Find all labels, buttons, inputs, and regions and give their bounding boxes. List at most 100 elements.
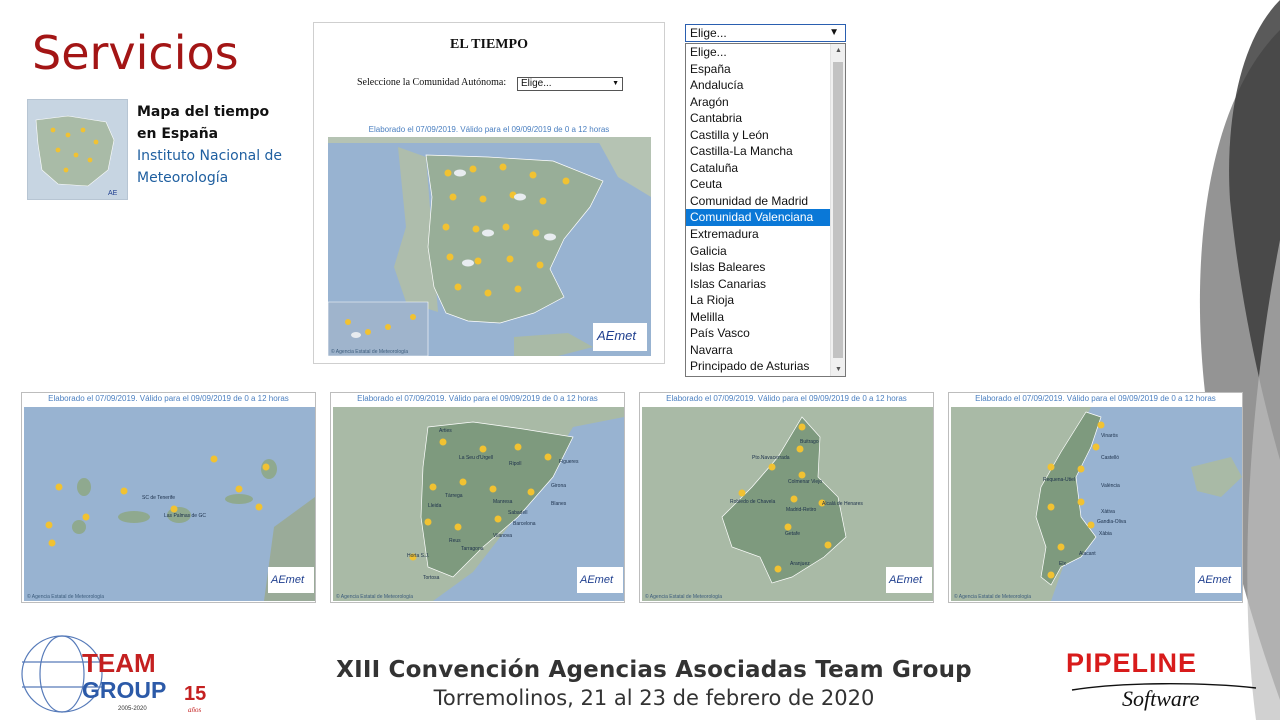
place-label: Girona [551, 483, 566, 489]
place-label: Castelló [1101, 455, 1119, 461]
region-dropdown[interactable]: Elige... ▼ [685, 24, 846, 42]
dropdown-option[interactable]: España [686, 61, 830, 78]
dropdown-option[interactable]: Aragón [686, 94, 830, 111]
dropdown-option[interactable]: Galicia [686, 243, 830, 260]
dropdown-option[interactable]: Navarra [686, 342, 830, 359]
place-label: Vinaròs [1101, 433, 1118, 439]
forecast-caption: Elaborado el 07/09/2019. Válido para el … [368, 125, 610, 134]
dropdown-option[interactable]: Castilla-La Mancha [686, 143, 830, 160]
cataluna-map-graphic: Arties La Seu d'Urgell Ripoll Figueres G… [333, 407, 624, 601]
place-label: Horta S.J. [407, 553, 429, 559]
footer-title: XIII Convención Agencias Asociadas Team … [336, 657, 972, 683]
service-provider-link[interactable]: Instituto Nacional de Meteorología [137, 145, 287, 189]
place-label: Alacant [1079, 551, 1096, 557]
place-label: La Seu d'Urgell [459, 455, 493, 461]
logo-pipeline-text: PIPELINE [1066, 648, 1197, 678]
dropdown-option[interactable]: Extremadura [686, 226, 830, 243]
map-logo: AEmet [270, 574, 305, 586]
spain-weather-map[interactable]: AEmet © Agencia Estatal de Meteorología [328, 137, 651, 356]
place-label: Vilanova [493, 533, 512, 539]
scrollbar-thumb[interactable] [833, 62, 843, 358]
spain-thumbnail-map: AE [28, 100, 127, 199]
map-caption: Elaborado el 07/09/2019. Válido para el … [666, 394, 907, 403]
weather-map-thumbnail[interactable]: AE [27, 99, 128, 200]
madrid-weather-map[interactable]: Elaborado el 07/09/2019. Válido para el … [639, 392, 934, 603]
dropdown-option[interactable]: Andalucía [686, 77, 830, 94]
place-label: Sabadell [508, 510, 527, 516]
map-credit: © Agencia Estatal de Meteorología [331, 348, 408, 355]
scroll-down-icon[interactable]: ▼ [835, 366, 842, 373]
dropdown-option-highlighted[interactable]: Comunidad Valenciana [686, 209, 830, 227]
map-credit: © Agencia Estatal de Meteorología [954, 593, 1031, 600]
logo-software-text: Software [1122, 686, 1200, 711]
dropdown-option[interactable]: Castilla y León [686, 127, 830, 144]
place-label: Xàtiva [1101, 509, 1115, 515]
logo-team-text: TEAM [82, 648, 156, 678]
valencia-weather-map[interactable]: Elaborado el 07/09/2019. Válido para el … [948, 392, 1243, 603]
pipeline-software-logo: PIPELINE Software [1066, 648, 1257, 711]
dropdown-option[interactable]: Principado de Asturias [686, 358, 830, 375]
dropdown-option[interactable]: Elige... [686, 44, 830, 61]
place-label: Colmenar Viejo [788, 479, 822, 485]
chevron-down-icon: ▼ [829, 27, 839, 38]
svg-text:AE: AE [108, 190, 118, 197]
map-logo: AEmet [1197, 574, 1232, 586]
place-label: Arties [439, 428, 452, 434]
dropdown-option[interactable]: La Rioja [686, 292, 830, 309]
place-label: Las Palmas de GC [164, 513, 206, 519]
dropdown-option[interactable]: Ceuta [686, 176, 830, 193]
dropdown-option[interactable]: Cantabria [686, 110, 830, 127]
canarias-weather-map[interactable]: Elaborado el 07/09/2019. Válido para el … [21, 392, 316, 603]
place-label: Barcelona [513, 521, 536, 527]
place-label: SC de Tenerife [142, 495, 175, 501]
place-label: Elx [1059, 561, 1066, 567]
place-label: Tàrrega [445, 493, 463, 499]
place-label: Pto.Navacerrada [752, 455, 790, 461]
dropdown-option[interactable]: Cataluña [686, 160, 830, 177]
place-label: Alcalá de Henares [822, 501, 863, 507]
service-name[interactable]: Mapa del tiempo en España [137, 101, 287, 145]
place-label: Lleida [428, 503, 442, 509]
community-select[interactable]: Elige... ▼ [517, 77, 623, 91]
dropdown-option[interactable]: Islas Baleares [686, 259, 830, 276]
place-label: Aranjuez [790, 561, 810, 567]
map-credit: © Agencia Estatal de Meteorología [645, 593, 722, 600]
dropdown-scrollbar[interactable]: ▲ ▼ [830, 44, 845, 376]
place-label: Requena-Utiel [1043, 477, 1075, 483]
map-caption: Elaborado el 07/09/2019. Válido para el … [357, 394, 598, 403]
place-label: Ripoll [509, 461, 522, 467]
dropdown-option[interactable]: Islas Canarias [686, 276, 830, 293]
footer-subtitle: Torremolinos, 21 al 23 de febrero de 202… [433, 686, 875, 710]
team-group-logo: TEAM GROUP 15 años 2005-2020 [21, 635, 206, 714]
place-label: València [1101, 483, 1120, 489]
region-dropdown-value: Elige... [690, 26, 727, 40]
map-logo: AEmet [888, 574, 923, 586]
place-label: Reus [449, 538, 461, 544]
region-dropdown-list[interactable]: Elige... España Andalucía Aragón Cantabr… [685, 43, 846, 377]
map-credit: © Agencia Estatal de Meteorología [27, 593, 104, 600]
dropdown-option[interactable]: Comunidad de Madrid [686, 193, 830, 210]
canarias-map-graphic: SC de Tenerife Las Palmas de GC AEmet © … [24, 407, 315, 601]
place-label: Manresa [493, 499, 513, 505]
dropdown-option[interactable]: País Vasco [686, 325, 830, 342]
map-caption: Elaborado el 07/09/2019. Válido para el … [48, 394, 289, 403]
scroll-up-icon[interactable]: ▲ [835, 47, 842, 54]
dropdown-option[interactable]: Melilla [686, 309, 830, 326]
place-label: Tortosa [423, 575, 440, 581]
madrid-map-graphic: Buitrago Pto.Navacerrada Colmenar Viejo … [642, 407, 933, 601]
place-label: Buitrago [800, 439, 819, 445]
community-select-value: Elige... [521, 78, 552, 89]
map-logo: AEmet [596, 328, 637, 343]
logo-years-word: años [188, 706, 202, 714]
map-caption: Elaborado el 07/09/2019. Válido para el … [975, 394, 1216, 403]
valencia-map-graphic: Vinaròs Castelló Requena-Utiel València … [951, 407, 1242, 601]
place-label: Blanes [551, 501, 567, 507]
logo-group-text: GROUP [82, 677, 166, 703]
map-credit: © Agencia Estatal de Meteorología [336, 593, 413, 600]
logo-year-range: 2005-2020 [118, 706, 147, 712]
community-select-label: Seleccione la Comunidad Autónoma: [357, 77, 507, 88]
decorative-corner-graphic [1199, 0, 1280, 720]
panel-heading: EL TIEMPO [450, 37, 528, 52]
cataluna-weather-map[interactable]: Elaborado el 07/09/2019. Válido para el … [330, 392, 625, 603]
logo-years-number: 15 [184, 683, 206, 705]
